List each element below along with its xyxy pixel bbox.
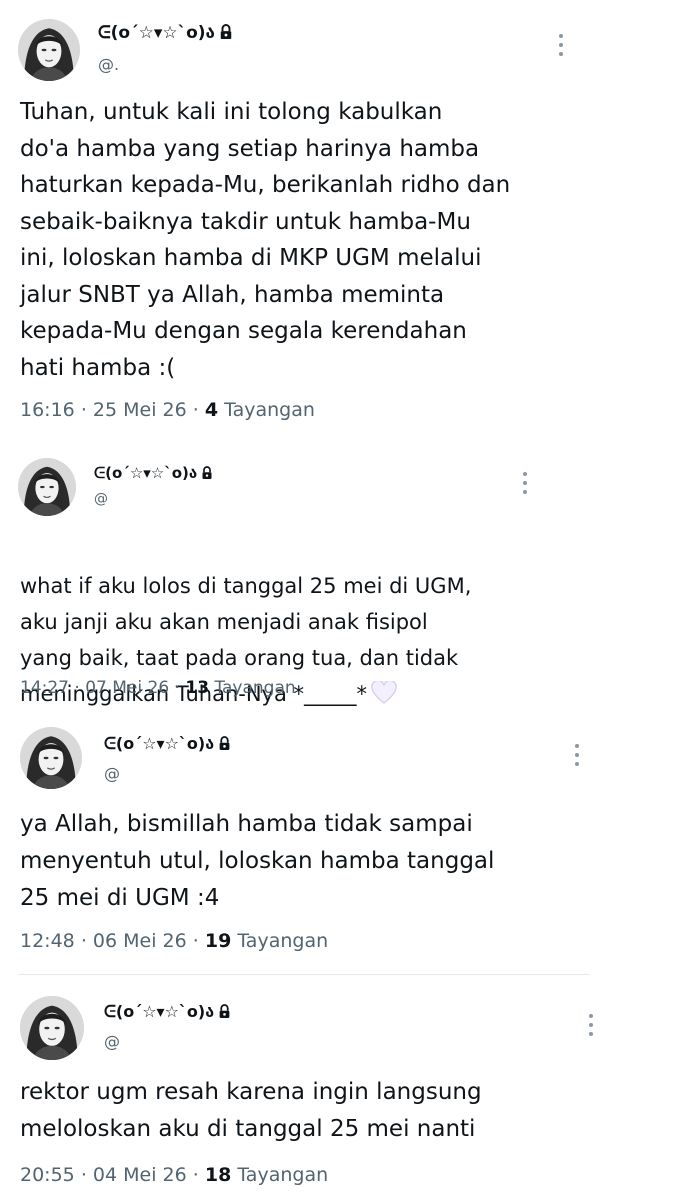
- handle[interactable]: @.: [98, 55, 119, 74]
- views-label: Tayangan: [224, 399, 315, 421]
- views-label: Tayangan: [214, 678, 296, 698]
- tweet-meta: 20:55 · 04 Mei 26 · 18 Tayangan: [20, 1164, 328, 1186]
- display-name-text: ᕮ(o´☆▾☆`o)ა: [104, 734, 215, 753]
- avatar[interactable]: [20, 996, 84, 1060]
- tweet[interactable]: ᕮ(o´☆▾☆`o)ა @ what if aku lolos di tangg…: [0, 440, 600, 708]
- tweet-time[interactable]: 16:16: [20, 399, 75, 421]
- views-label: Tayangan: [237, 1164, 329, 1186]
- display-name[interactable]: ᕮ(o´☆▾☆`o)ა: [104, 1002, 231, 1022]
- display-name[interactable]: ᕮ(o´☆▾☆`o)ა: [94, 464, 213, 482]
- tweet-meta: 16:16 · 25 Mei 26 · 4 Tayangan: [20, 399, 315, 421]
- lock-icon: [218, 736, 231, 751]
- separator: ·: [192, 930, 199, 952]
- display-name[interactable]: ᕮ(o´☆▾☆`o)ა: [104, 734, 231, 754]
- handle[interactable]: @: [94, 491, 108, 507]
- separator: ·: [80, 1164, 87, 1186]
- tweet-meta: 12:48 · 06 Mei 26 · 19 Tayangan: [20, 930, 328, 952]
- tweet-text: Tuhan, untuk kali ini tolong kabulkan do…: [20, 99, 511, 381]
- avatar-image: [20, 727, 82, 789]
- lock-icon: [219, 24, 233, 40]
- tweet[interactable]: ᕮ(o´☆▾☆`o)ა @. Tuhan, untuk kali ini tol…: [0, 0, 600, 440]
- separator: ·: [174, 678, 180, 698]
- views-count: 4: [204, 399, 219, 421]
- avatar-image: [20, 996, 84, 1060]
- tweet-date[interactable]: 25 Mei 26: [93, 399, 187, 421]
- views-count: 19: [204, 930, 232, 952]
- tweet-date[interactable]: 04 Mei 26: [93, 1164, 187, 1186]
- tweet-time[interactable]: 20:55: [20, 1164, 75, 1186]
- separator: ·: [192, 1164, 199, 1186]
- views-count: 13: [185, 678, 210, 698]
- more-options-icon[interactable]: [558, 34, 564, 61]
- more-options-icon[interactable]: [588, 1014, 594, 1041]
- display-name-text: ᕮ(o´☆▾☆`o)ა: [94, 464, 198, 482]
- separator: ·: [74, 678, 80, 698]
- avatar[interactable]: [18, 19, 80, 81]
- tweet-time[interactable]: 12:48: [20, 930, 75, 952]
- avatar-image: [18, 19, 80, 81]
- divider: [18, 974, 590, 975]
- tweet-text: rektor ugm resah karena ingin langsung m…: [20, 1079, 482, 1142]
- tweet[interactable]: ᕮ(o´☆▾☆`o)ა @ ya Allah, bismillah hamba …: [0, 708, 600, 972]
- white-heart-emoji: [371, 681, 397, 704]
- views-label: Tayangan: [237, 930, 329, 952]
- more-options-icon[interactable]: [574, 744, 580, 771]
- avatar[interactable]: [20, 727, 82, 789]
- separator: ·: [80, 399, 87, 421]
- tweet-date[interactable]: 07 Mei 26: [85, 678, 169, 698]
- tweet[interactable]: ᕮ(o´☆▾☆`o)ა @ rektor ugm resah karena in…: [0, 976, 600, 1200]
- display-name[interactable]: ᕮ(o´☆▾☆`o)ა: [98, 23, 233, 43]
- tweet-meta: 14:27 · 07 Mei 26 · 13 Tayangan: [20, 678, 296, 698]
- avatar-image: [18, 458, 76, 516]
- more-options-icon[interactable]: [522, 472, 528, 499]
- lock-icon: [218, 1004, 231, 1019]
- display-name-text: ᕮ(o´☆▾☆`o)ა: [104, 1002, 215, 1021]
- lock-icon: [201, 466, 213, 480]
- tweet-date[interactable]: 06 Mei 26: [93, 930, 187, 952]
- views-count: 18: [204, 1164, 232, 1186]
- separator: ·: [192, 399, 199, 421]
- tweet-time[interactable]: 14:27: [20, 678, 69, 698]
- avatar[interactable]: [18, 458, 76, 516]
- tweet-text: ya Allah, bismillah hamba tidak sampai m…: [20, 811, 495, 911]
- handle[interactable]: @: [104, 1032, 120, 1051]
- display-name-text: ᕮ(o´☆▾☆`o)ა: [98, 23, 215, 43]
- handle[interactable]: @: [104, 764, 120, 783]
- separator: ·: [80, 930, 87, 952]
